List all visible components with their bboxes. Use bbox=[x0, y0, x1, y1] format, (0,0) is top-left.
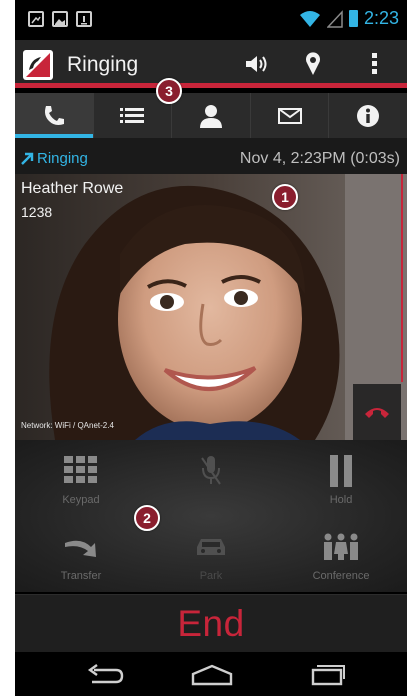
download-icon bbox=[76, 11, 92, 27]
transfer-button[interactable]: Transfer bbox=[21, 528, 141, 594]
overflow-menu-icon[interactable] bbox=[359, 50, 391, 78]
callout-badge-3: 3 bbox=[156, 78, 182, 104]
tab-mail[interactable] bbox=[251, 93, 330, 138]
call-controls: Keypad Hold Transfer Park Conference bbox=[15, 440, 407, 592]
info-icon bbox=[357, 104, 380, 127]
status-bar: 2:23 bbox=[15, 0, 407, 40]
keypad-button[interactable]: Keypad bbox=[21, 452, 141, 518]
conference-label: Conference bbox=[312, 570, 370, 582]
park-label: Park bbox=[199, 570, 223, 582]
app-logo-icon[interactable] bbox=[23, 50, 53, 80]
phone-screen: 2:23 Ringing Ringing Nov 4, 2:23PM (0:03… bbox=[15, 0, 407, 696]
transfer-arrow-icon bbox=[65, 540, 96, 557]
call-state: Ringing bbox=[21, 150, 88, 167]
mute-button[interactable] bbox=[151, 452, 271, 518]
conference-people-icon bbox=[324, 533, 358, 560]
action-bar: Ringing bbox=[15, 40, 407, 88]
recents-icon[interactable] bbox=[303, 662, 353, 688]
tab-contact[interactable] bbox=[172, 93, 251, 138]
caller-number: 1238 bbox=[21, 204, 53, 220]
mute-microphone-icon bbox=[201, 456, 221, 485]
pause-icon bbox=[330, 455, 352, 487]
call-header: Ringing Nov 4, 2:23PM (0:03s) bbox=[15, 138, 407, 174]
list-icon bbox=[120, 107, 145, 123]
park-button[interactable]: Park bbox=[151, 528, 271, 594]
hold-label: Hold bbox=[329, 494, 353, 506]
image-notification-icon bbox=[52, 11, 68, 27]
home-icon[interactable] bbox=[187, 662, 237, 688]
status-time: 2:23 bbox=[363, 8, 399, 28]
video-view[interactable]: Heather Rowe 1238 Network: WiFi / QAnet-… bbox=[15, 174, 407, 440]
conference-button[interactable]: Conference bbox=[281, 528, 401, 594]
call-timestamp: Nov 4, 2:23PM (0:03s) bbox=[239, 150, 400, 167]
back-icon[interactable] bbox=[79, 662, 129, 688]
signal-icon bbox=[326, 9, 343, 28]
car-icon bbox=[197, 539, 225, 555]
keypad-label: Keypad bbox=[62, 494, 100, 506]
outgoing-arrow-icon bbox=[21, 152, 34, 165]
location-pin-icon[interactable] bbox=[297, 50, 329, 78]
navigation-bar bbox=[15, 652, 407, 696]
callout-badge-2: 2 bbox=[134, 505, 160, 531]
missed-call-icon bbox=[28, 11, 44, 27]
tab-info[interactable] bbox=[329, 93, 407, 138]
wifi-icon bbox=[299, 10, 320, 27]
hangup-button[interactable] bbox=[353, 384, 401, 440]
tab-bar bbox=[15, 93, 407, 138]
end-call-button[interactable]: End bbox=[15, 594, 407, 652]
keypad-icon bbox=[64, 456, 97, 483]
tab-call[interactable] bbox=[15, 93, 94, 138]
callout-badge-1: 1 bbox=[272, 184, 298, 210]
caller-video-image bbox=[15, 174, 407, 440]
mail-icon bbox=[277, 107, 302, 124]
phone-icon bbox=[44, 105, 64, 125]
transfer-label: Transfer bbox=[60, 570, 102, 582]
page-title: Ringing bbox=[67, 53, 139, 76]
call-state-label: Ringing bbox=[37, 150, 88, 167]
contact-icon bbox=[199, 104, 222, 128]
battery-icon bbox=[348, 10, 358, 27]
caller-name: Heather Rowe bbox=[21, 180, 124, 197]
network-info: Network: WiFi / QAnet-2.4 bbox=[21, 421, 114, 430]
hangup-phone-icon bbox=[365, 408, 389, 418]
speaker-icon[interactable] bbox=[241, 50, 273, 78]
video-accent-line bbox=[401, 174, 403, 382]
hold-button[interactable]: Hold bbox=[281, 452, 401, 518]
end-label: End bbox=[177, 602, 245, 644]
